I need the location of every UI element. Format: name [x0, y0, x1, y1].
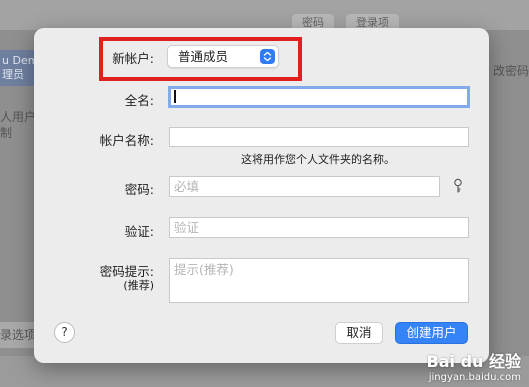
account-type-popup[interactable]: 普通成员: [167, 45, 279, 68]
watermark-url: jingyan.baidu.com: [428, 372, 521, 383]
background-toolbar: [0, 0, 529, 30]
full-name-field[interactable]: [168, 86, 470, 108]
new-account-label: 新帐户:: [112, 51, 154, 66]
password-hint-placeholder: 提示(推荐): [174, 262, 234, 277]
text-caret: [174, 90, 176, 103]
password-placeholder: 必填: [174, 179, 200, 194]
password-label: 密码:: [124, 182, 154, 197]
change-password-button[interactable]: 改密码: [493, 62, 529, 79]
sidebar-other-users-sub: 制: [0, 126, 13, 140]
sidebar-user-name: u Dem: [2, 54, 36, 67]
full-name-label: 全名:: [124, 93, 154, 108]
cancel-button[interactable]: 取消: [335, 322, 383, 344]
verify-field[interactable]: 验证: [169, 217, 469, 238]
password-field[interactable]: 必填: [169, 176, 440, 197]
key-icon[interactable]: [452, 178, 464, 198]
sidebar-current-user[interactable]: u Dem 理员: [0, 50, 36, 86]
password-hint-field[interactable]: 提示(推荐): [169, 258, 469, 303]
account-name-hint: 这将用作您个人文件夹的名称。: [241, 153, 395, 166]
account-name-label: 帐户名称:: [99, 133, 154, 148]
watermark-brand: Bai du 经验: [426, 352, 521, 371]
watermark: Bai du 经验 jingyan.baidu.com: [427, 348, 521, 383]
chevron-up-down-icon: [260, 49, 275, 64]
help-button[interactable]: ?: [54, 322, 75, 343]
new-account-sheet: 新帐户: 普通成员 全名: 帐户名称: 这将用作您个人文件夹的名称。 密码: 必…: [34, 28, 489, 363]
create-user-button[interactable]: 创建用户: [395, 322, 468, 344]
account-type-value: 普通成员: [178, 49, 229, 64]
login-options-button[interactable]: 录选项: [0, 322, 36, 348]
account-name-field[interactable]: [169, 127, 469, 147]
verify-placeholder: 验证: [174, 220, 200, 235]
sidebar-user-role: 理员: [2, 68, 24, 81]
password-hint-sublabel: (推荐): [123, 279, 154, 292]
verify-label: 验证:: [124, 224, 154, 239]
sidebar-other-users: 人用户: [0, 110, 37, 124]
